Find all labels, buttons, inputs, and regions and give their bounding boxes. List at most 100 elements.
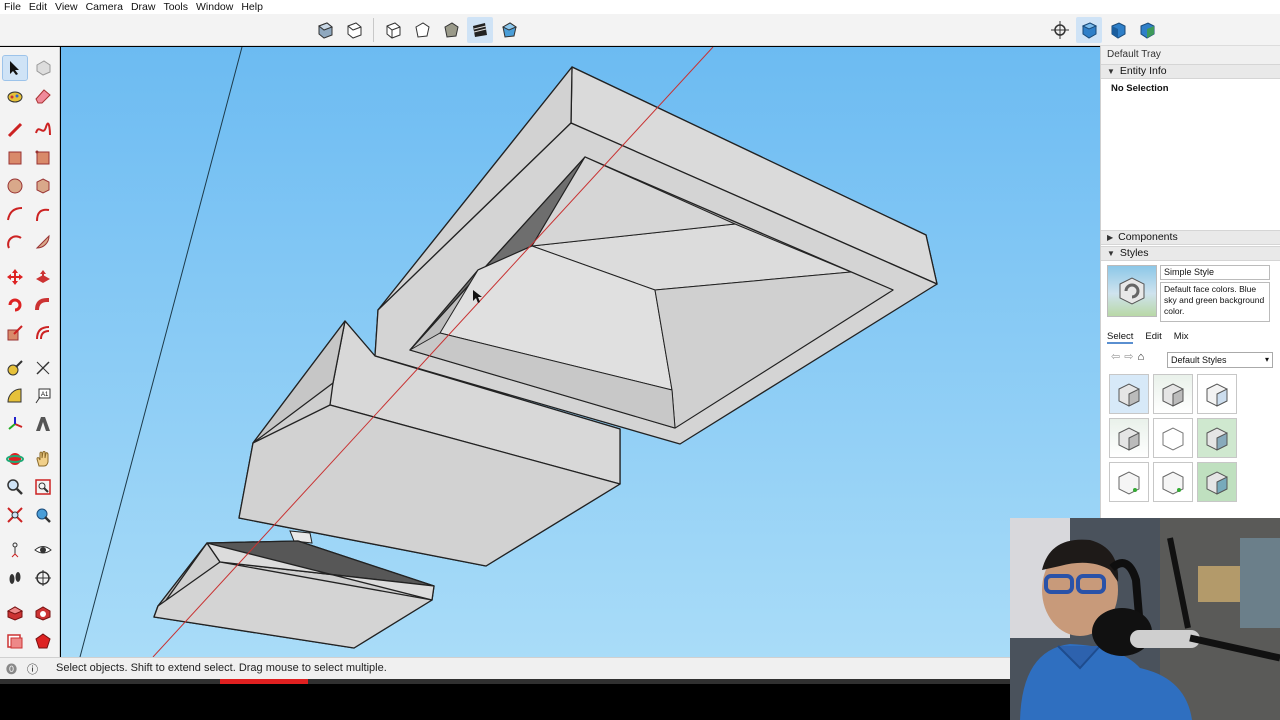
camera-toolbar — [1047, 17, 1160, 43]
style-collection-value: Default Styles — [1171, 355, 1227, 365]
tab-select[interactable]: Select — [1107, 331, 1134, 344]
layout-send-icon[interactable] — [3, 629, 27, 653]
webcam-image — [1010, 518, 1280, 720]
move-icon[interactable] — [3, 265, 27, 289]
standard-view-iso-icon[interactable] — [1076, 17, 1102, 43]
components-header[interactable]: ▶ Components — [1101, 230, 1280, 245]
pan-hand-icon[interactable] — [31, 447, 55, 471]
axes-icon[interactable] — [3, 412, 27, 436]
home-icon[interactable]: ⌂ — [1137, 351, 1144, 363]
top-toolbar — [0, 14, 1280, 46]
shaded-icon[interactable] — [438, 17, 464, 43]
extension-warehouse-icon[interactable] — [31, 601, 55, 625]
arc-icon[interactable] — [3, 202, 27, 226]
wireframe-box-icon[interactable] — [341, 17, 367, 43]
style-swatch[interactable] — [1197, 374, 1237, 414]
monochrome-icon[interactable] — [496, 17, 522, 43]
tray-title: Default Tray — [1101, 46, 1280, 64]
video-progress-fill — [220, 679, 308, 684]
style-description-field[interactable]: Default face colors. Blue sky and green … — [1160, 282, 1270, 322]
follow-me-icon[interactable] — [31, 293, 55, 317]
rectangle-icon[interactable] — [3, 146, 27, 170]
3d-viewport[interactable] — [61, 47, 1100, 657]
style-swatch[interactable] — [1153, 374, 1193, 414]
forward-arrow-icon[interactable]: ⇨ — [1124, 350, 1133, 363]
menu-draw[interactable]: Draw — [127, 0, 160, 14]
dimension-icon[interactable] — [31, 356, 55, 380]
iso-view-icon[interactable] — [312, 17, 338, 43]
hidden-line-icon[interactable] — [409, 17, 435, 43]
geolocation-icon[interactable]: ⓿ — [6, 661, 17, 677]
standard-view-right-icon[interactable] — [1134, 17, 1160, 43]
freehand-icon[interactable] — [31, 118, 55, 142]
styles-header[interactable]: ▼ Styles — [1101, 246, 1280, 261]
style-swatch[interactable] — [1153, 462, 1193, 502]
offset-icon[interactable] — [31, 321, 55, 345]
zoom-window-icon[interactable] — [31, 475, 55, 499]
three-point-arc-icon[interactable] — [3, 230, 27, 254]
polygon-icon[interactable] — [31, 174, 55, 198]
tab-mix[interactable]: Mix — [1174, 331, 1189, 344]
chevron-down-icon: ▾ — [1264, 355, 1269, 364]
previous-view-icon[interactable] — [31, 503, 55, 527]
style-swatch[interactable] — [1109, 374, 1149, 414]
menu-file[interactable]: File — [0, 0, 25, 14]
select-arrow-icon[interactable] — [2, 55, 28, 81]
menu-tools[interactable]: Tools — [159, 0, 192, 14]
menu-camera[interactable]: Camera — [82, 0, 127, 14]
two-point-arc-icon[interactable] — [31, 202, 55, 226]
style-swatch[interactable] — [1153, 418, 1193, 458]
svg-text:A1: A1 — [41, 392, 49, 398]
3d-text-icon[interactable] — [31, 412, 55, 436]
line-pencil-icon[interactable] — [3, 118, 27, 142]
style-swatch[interactable] — [1109, 462, 1149, 502]
position-camera-icon[interactable] — [3, 538, 27, 562]
tab-edit[interactable]: Edit — [1145, 331, 1161, 344]
info-icon[interactable]: ⓘ — [27, 661, 38, 677]
style-thumbnail — [1107, 265, 1157, 317]
styles-label: Styles — [1119, 247, 1149, 259]
shaded-textures-icon[interactable] — [467, 17, 493, 43]
orbit-icon[interactable] — [3, 447, 27, 471]
extension-manager-icon[interactable] — [31, 629, 55, 653]
back-arrow-icon[interactable]: ⇦ — [1111, 350, 1120, 363]
standard-view-front-icon[interactable] — [1105, 17, 1131, 43]
push-pull-icon[interactable] — [31, 265, 55, 289]
menu-edit[interactable]: Edit — [25, 0, 51, 14]
make-component-icon[interactable] — [31, 56, 55, 80]
circle-icon[interactable] — [3, 174, 27, 198]
rotate-icon[interactable] — [3, 293, 27, 317]
eraser-icon[interactable] — [31, 84, 55, 108]
collapse-triangle-icon: ▼ — [1107, 67, 1115, 76]
style-collection-select[interactable]: Default Styles ▾ — [1167, 352, 1273, 368]
left-tool-palette: A1 — [0, 47, 60, 657]
menu-help[interactable]: Help — [237, 0, 267, 14]
video-progress-track[interactable] — [0, 679, 1010, 684]
pie-icon[interactable] — [31, 230, 55, 254]
section-plane-icon[interactable] — [31, 566, 55, 590]
3d-warehouse-icon[interactable] — [3, 601, 27, 625]
zoom-icon[interactable] — [3, 475, 27, 499]
zoom-extents-icon[interactable] — [3, 503, 27, 527]
entity-info-header[interactable]: ▼ Entity Info — [1101, 64, 1280, 79]
default-tray: Default Tray ▼ Entity Info No Selection … — [1100, 46, 1280, 518]
style-swatch[interactable] — [1109, 418, 1149, 458]
status-bar: ⓿ ⓘ Select objects. Shift to extend sele… — [0, 657, 1010, 679]
no-selection-text: No Selection — [1111, 83, 1169, 94]
style-swatch[interactable] — [1197, 462, 1237, 502]
scale-icon[interactable] — [3, 321, 27, 345]
menu-window[interactable]: Window — [192, 0, 237, 14]
style-name-field[interactable]: Simple Style — [1160, 265, 1270, 280]
rotated-rectangle-icon[interactable] — [31, 146, 55, 170]
tape-measure-icon[interactable] — [3, 356, 27, 380]
walk-footprints-icon[interactable] — [3, 566, 27, 590]
style-swatch[interactable] — [1197, 418, 1237, 458]
text-icon[interactable]: A1 — [31, 384, 55, 408]
menu-view[interactable]: View — [51, 0, 82, 14]
styles-nav: ⇦ ⇨ ⌂ — [1111, 350, 1144, 364]
xray-icon[interactable] — [380, 17, 406, 43]
paint-bucket-icon[interactable] — [3, 84, 27, 108]
orbit-crosshair-icon[interactable] — [1047, 17, 1073, 43]
protractor-icon[interactable] — [3, 384, 27, 408]
look-around-eye-icon[interactable] — [31, 538, 55, 562]
